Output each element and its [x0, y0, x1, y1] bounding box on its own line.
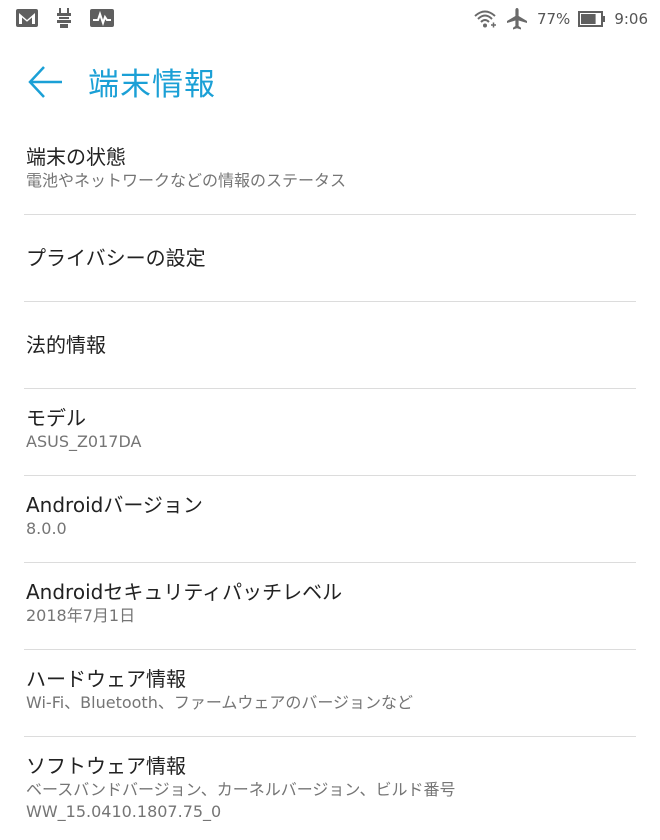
list-item-model[interactable]: モデル ASUS_Z017DA [0, 389, 660, 476]
item-title: ハードウェア情報 [26, 667, 186, 691]
app-header: 端末情報 [0, 52, 660, 112]
activity-icon [90, 9, 114, 27]
list-item-software-info[interactable]: ソフトウェア情報 ベースバンドバージョン、カーネルバージョン、ビルド番号 WW_… [0, 737, 660, 837]
item-summary-build-number: WW_15.0410.1807.75_0 [26, 802, 222, 821]
item-summary: Wi-Fi、Bluetooth、ファームウェアのバージョンなど [26, 693, 414, 712]
list-item-device-status[interactable]: 端末の状態 電池やネットワークなどの情報のステータス [0, 128, 660, 215]
clock: 9:06 [614, 10, 648, 28]
battery-icon [578, 11, 606, 27]
arrow-left-icon [26, 66, 66, 104]
gmail-icon [16, 9, 38, 27]
item-title: モデル [26, 406, 86, 430]
back-button[interactable] [26, 64, 66, 100]
item-summary: 8.0.0 [26, 519, 67, 538]
list-item-android-version[interactable]: Androidバージョン 8.0.0 [0, 476, 660, 563]
usb-debug-icon [56, 8, 72, 28]
notification-icons [16, 8, 114, 28]
airplane-mode-icon [505, 7, 529, 31]
system-status: 77% 9:06 [473, 6, 648, 32]
list-item-privacy-settings[interactable]: プライバシーの設定 [0, 215, 660, 302]
item-title: 法的情報 [26, 333, 106, 357]
item-summary: ベースバンドバージョン、カーネルバージョン、ビルド番号 [26, 780, 456, 799]
item-title: 端末の状態 [26, 145, 126, 169]
item-title: Androidバージョン [26, 493, 203, 517]
item-title: プライバシーの設定 [26, 246, 206, 270]
item-summary: 2018年7月1日 [26, 606, 136, 625]
status-bar: 77% 9:06 [0, 0, 660, 38]
item-summary: 電池やネットワークなどの情報のステータス [26, 171, 347, 190]
battery-percent: 77% [536, 10, 571, 28]
list-item-hardware-info[interactable]: ハードウェア情報 Wi-Fi、Bluetooth、ファームウェアのバージョンなど [0, 650, 660, 737]
item-summary: ASUS_Z017DA [26, 432, 142, 451]
item-title: ソフトウェア情報 [26, 754, 186, 778]
wifi-icon [473, 8, 497, 30]
list-item-legal-info[interactable]: 法的情報 [0, 302, 660, 389]
settings-list: 端末の状態 電池やネットワークなどの情報のステータス プライバシーの設定 法的情… [0, 128, 660, 837]
page-title: 端末情報 [88, 67, 216, 103]
item-title: Androidセキュリティパッチレベル [26, 580, 343, 604]
list-item-security-patch[interactable]: Androidセキュリティパッチレベル 2018年7月1日 [0, 563, 660, 650]
